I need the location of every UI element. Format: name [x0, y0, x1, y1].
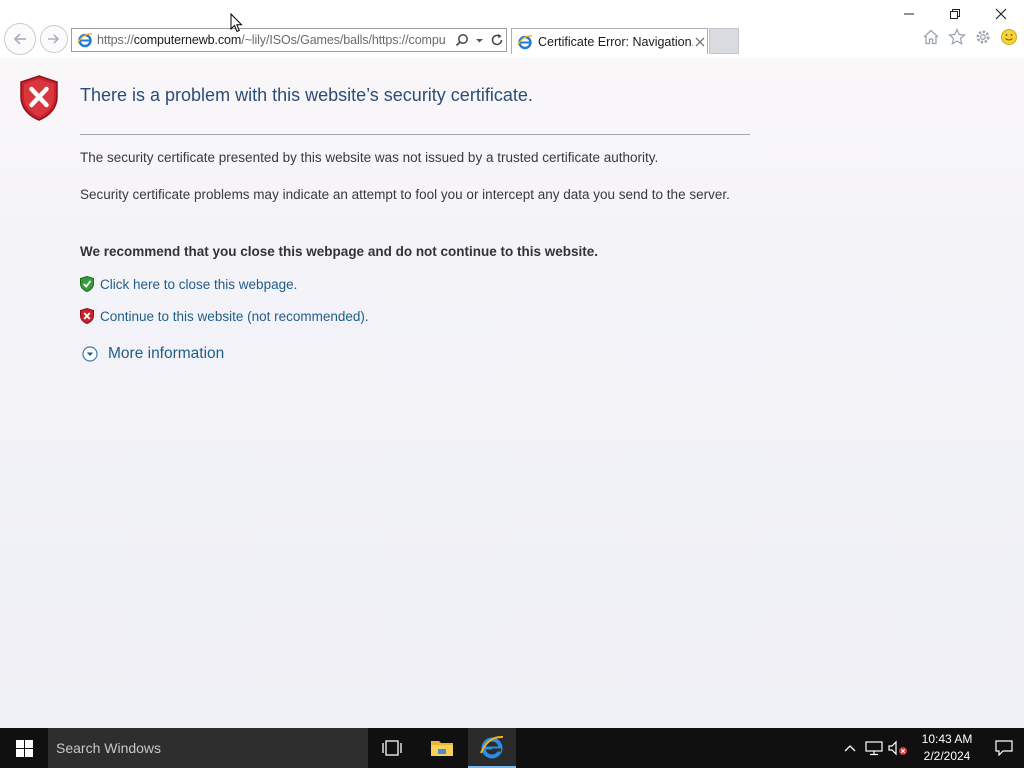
close-page-option: Click here to close this webpage.: [80, 276, 297, 292]
forward-button[interactable]: [40, 25, 68, 53]
window-controls: [886, 0, 1024, 28]
url-prefix: https://: [97, 33, 134, 47]
task-view-icon: [382, 740, 402, 756]
file-explorer-button[interactable]: [418, 728, 466, 768]
taskbar-search-box[interactable]: Search Windows: [48, 728, 368, 768]
command-icons: [922, 28, 1018, 46]
restore-icon: [950, 9, 960, 19]
star-icon[interactable]: [948, 28, 966, 46]
windows-logo-icon: [15, 739, 33, 757]
notification-icon: [995, 740, 1013, 756]
taskbar-clock[interactable]: 10:43 AM 2/2/2024: [916, 731, 978, 765]
divider: [80, 134, 750, 135]
continue-to-website-link[interactable]: Continue to this website (not recommende…: [100, 309, 369, 324]
page-title: There is a problem with this website’s s…: [80, 85, 533, 105]
taskbar: Search Windows 10:43 AM 2/2/2024: [0, 728, 1024, 768]
back-button[interactable]: [4, 23, 36, 55]
folder-icon: [431, 741, 453, 756]
task-view-button[interactable]: [368, 728, 416, 768]
action-center-button[interactable]: [984, 728, 1024, 768]
network-button[interactable]: [862, 728, 886, 768]
gear-icon[interactable]: [974, 28, 992, 46]
address-text[interactable]: https://computernewb.com/~lily/ISOs/Game…: [97, 33, 449, 47]
minimize-icon: [904, 13, 914, 15]
shield-x-icon: [80, 308, 94, 324]
shield-check-icon: [80, 276, 94, 292]
system-tray: 10:43 AM 2/2/2024: [838, 728, 1024, 768]
more-information-label: More information: [108, 345, 225, 362]
cert-warning-text: Security certificate problems may indica…: [80, 187, 730, 202]
address-tools: [455, 33, 504, 47]
chevron-up-icon: [844, 745, 856, 752]
shield-error-icon: [20, 75, 58, 121]
volume-button[interactable]: [886, 728, 910, 768]
expand-circle-icon: [82, 346, 98, 362]
internet-explorer-taskbar-button[interactable]: [468, 728, 516, 768]
tab-title: Certificate Error: Navigation...: [538, 34, 693, 49]
url-host: computernewb.com: [133, 33, 242, 47]
recommendation-text: We recommend that you close this webpage…: [80, 244, 599, 259]
more-information-toggle[interactable]: More information: [82, 345, 224, 363]
network-icon: [865, 741, 883, 756]
url-path: /~lily/ISOs/Games/balls/https://compu: [241, 33, 446, 47]
home-icon[interactable]: [922, 28, 940, 46]
close-icon: [995, 8, 1007, 20]
close-window-button[interactable]: [978, 0, 1024, 28]
ie-page-icon: [77, 33, 93, 48]
start-button[interactable]: [0, 728, 48, 768]
new-tab-button[interactable]: [709, 28, 739, 54]
forward-arrow-icon: [48, 34, 60, 44]
address-bar[interactable]: https://computernewb.com/~lily/ISOs/Game…: [71, 28, 507, 52]
page-content: There is a problem with this website’s s…: [0, 58, 1024, 728]
cert-not-trusted-text: The security certificate presented by th…: [80, 150, 659, 165]
volume-muted-icon: [888, 740, 907, 756]
clock-time: 10:43 AM: [921, 732, 973, 746]
refresh-icon[interactable]: [490, 33, 504, 47]
show-hidden-icons-button[interactable]: [838, 728, 862, 768]
back-arrow-icon: [13, 33, 26, 45]
minimize-button[interactable]: [886, 0, 932, 28]
clock-date: 2/2/2024: [923, 749, 971, 763]
restore-button[interactable]: [932, 0, 978, 28]
ie-tab-icon: [517, 34, 533, 49]
internet-explorer-icon: [480, 735, 504, 759]
browser-chrome: https://computernewb.com/~lily/ISOs/Game…: [0, 0, 1024, 58]
search-icon[interactable]: [455, 33, 469, 47]
tab-close-icon[interactable]: [695, 37, 705, 47]
taskbar-search-placeholder: Search Windows: [56, 740, 162, 756]
smiley-icon[interactable]: [1000, 28, 1018, 46]
chevron-down-icon[interactable]: [475, 33, 484, 47]
mouse-cursor-icon: [230, 13, 243, 33]
continue-option: Continue to this website (not recommende…: [80, 308, 369, 324]
tab-certificate-error[interactable]: Certificate Error: Navigation...: [511, 28, 708, 54]
close-webpage-link[interactable]: Click here to close this webpage.: [100, 277, 297, 292]
